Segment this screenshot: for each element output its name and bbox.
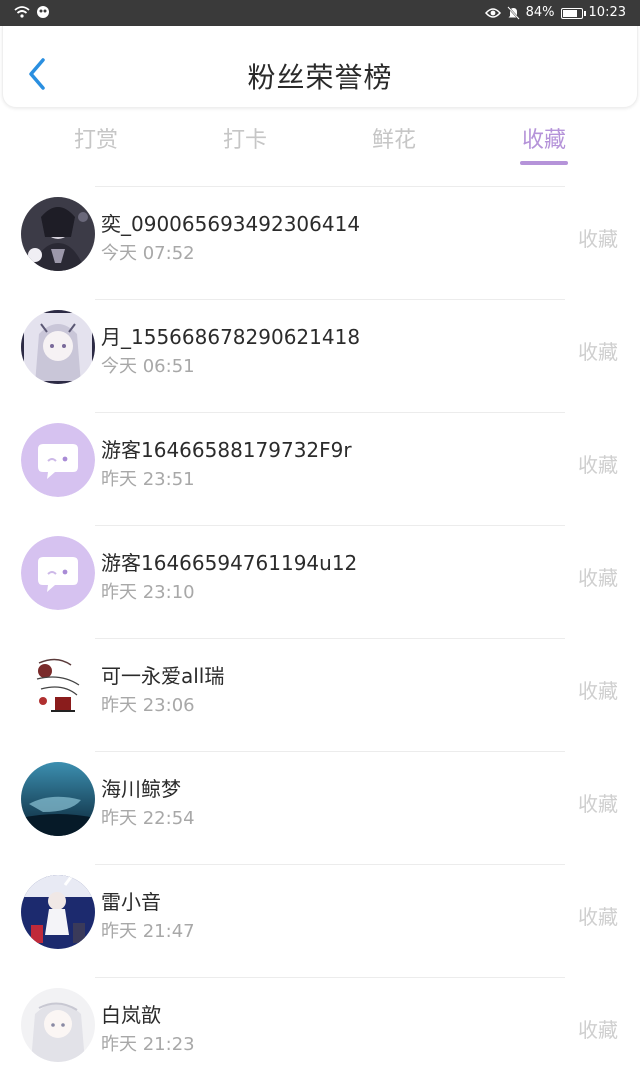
- avatar: [21, 197, 95, 271]
- fan-time: 今天 06:51: [101, 356, 195, 377]
- list-item[interactable]: 游客16466594761194u12 昨天 23:10 收藏: [0, 525, 640, 638]
- list-item[interactable]: 月_155668678290621418 今天 06:51 收藏: [0, 299, 640, 412]
- fan-name: 白岚歆: [101, 1003, 161, 1027]
- avatar: [21, 762, 95, 836]
- fan-name: 游客16466588179732F9r: [101, 438, 352, 462]
- tab-checkin[interactable]: 打卡: [195, 122, 295, 154]
- avatar: [21, 875, 95, 949]
- fan-time: 昨天 23:10: [101, 582, 195, 603]
- action-label: 收藏: [578, 566, 618, 590]
- fan-name: 奕_090065693492306414: [101, 212, 361, 236]
- battery-fill: [562, 9, 577, 17]
- list-item[interactable]: 白岚歆 昨天 21:23 收藏: [0, 977, 640, 1090]
- fan-list: 奕_090065693492306414 今天 07:52 收藏 月_15566…: [0, 186, 640, 1090]
- action-label: 收藏: [578, 340, 618, 364]
- bell-muted-icon: [506, 6, 520, 20]
- app-notification-icon: [37, 6, 49, 18]
- action-label: 收藏: [578, 453, 618, 477]
- fan-time: 昨天 23:06: [101, 695, 195, 716]
- tab-bar: 打赏 打卡 鲜花 收藏: [0, 118, 640, 170]
- eye-icon: [484, 8, 501, 18]
- avatar: [21, 988, 95, 1062]
- action-label: 收藏: [578, 905, 618, 929]
- fan-time: 昨天 21:47: [101, 921, 195, 942]
- divider: [95, 186, 565, 187]
- list-item[interactable]: 可一永爱all瑞 昨天 23:06 收藏: [0, 638, 640, 751]
- divider: [95, 977, 565, 978]
- wifi-icon: [14, 6, 30, 18]
- active-tab-indicator: [520, 161, 568, 165]
- fan-time: 昨天 22:54: [101, 808, 195, 829]
- status-bar: 84% 10:23: [0, 0, 640, 26]
- fan-name: 雷小音: [101, 890, 161, 914]
- battery-percent: 84%: [525, 5, 555, 20]
- action-label: 收藏: [578, 1018, 618, 1042]
- list-item[interactable]: 雷小音 昨天 21:47 收藏: [0, 864, 640, 977]
- fan-time: 昨天 21:23: [101, 1034, 195, 1055]
- list-item[interactable]: 奕_090065693492306414 今天 07:52 收藏: [0, 186, 640, 299]
- action-label: 收藏: [578, 227, 618, 251]
- divider: [95, 299, 565, 300]
- fan-name: 月_155668678290621418: [101, 325, 361, 349]
- list-item[interactable]: 海川鲸梦 昨天 22:54 收藏: [0, 751, 640, 864]
- action-label: 收藏: [578, 792, 618, 816]
- fan-name: 海川鲸梦: [101, 777, 181, 801]
- clock: 10:23: [588, 5, 626, 20]
- status-bar-right: 84% 10:23: [484, 5, 626, 21]
- guest-chat-icon: [21, 536, 95, 610]
- list-item[interactable]: 游客16466588179732F9r 昨天 23:51 收藏: [0, 412, 640, 525]
- divider: [95, 638, 565, 639]
- tab-flowers[interactable]: 鲜花: [344, 122, 444, 154]
- divider: [95, 864, 565, 865]
- fan-time: 今天 07:52: [101, 243, 195, 264]
- action-label: 收藏: [578, 679, 618, 703]
- fan-name: 可一永爱all瑞: [101, 664, 225, 688]
- battery-icon: [560, 7, 586, 19]
- divider: [95, 412, 565, 413]
- avatar: [21, 310, 95, 384]
- tab-favorites[interactable]: 收藏: [494, 122, 594, 154]
- fan-time: 昨天 23:51: [101, 469, 195, 490]
- header: 粉丝荣誉榜: [2, 26, 638, 108]
- status-bar-left: [14, 5, 50, 19]
- avatar: [21, 649, 95, 723]
- page-title: 粉丝荣誉榜: [247, 61, 393, 94]
- fan-name: 游客16466594761194u12: [101, 551, 358, 575]
- tab-reward[interactable]: 打赏: [46, 122, 146, 154]
- divider: [95, 751, 565, 752]
- divider: [95, 525, 565, 526]
- guest-chat-icon: [21, 423, 95, 497]
